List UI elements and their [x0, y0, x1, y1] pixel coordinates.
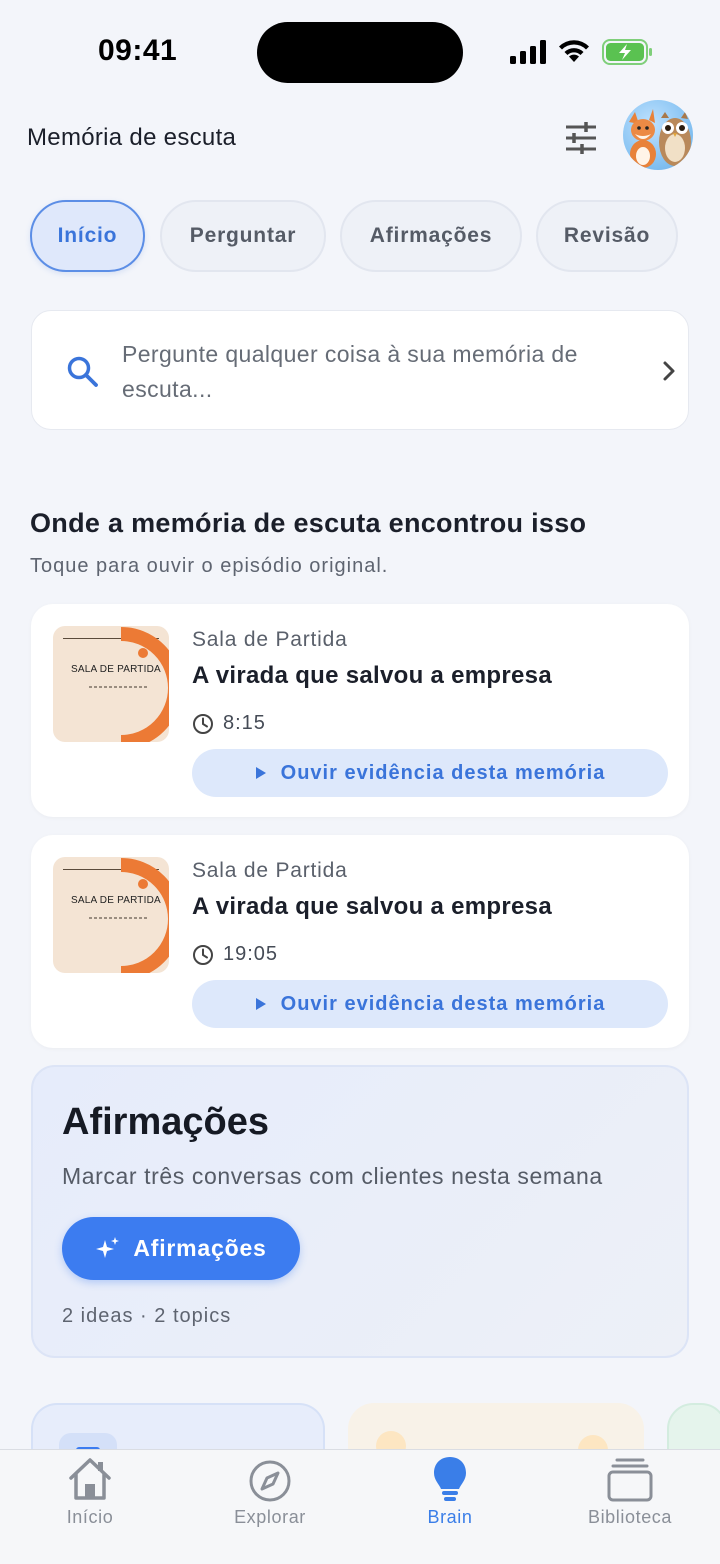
chevron-right-icon	[663, 361, 675, 381]
tabbar-label: Brain	[427, 1507, 473, 1527]
episode-title: A virada que salvou a empresa	[192, 662, 552, 689]
episode-card[interactable]: SALA DE PARTIDA Sala de Partida A virada…	[31, 604, 689, 817]
affirmations-button[interactable]: Afirmações	[62, 1217, 300, 1280]
avatar[interactable]	[623, 100, 693, 170]
tabbar-inicio[interactable]: Início	[0, 1450, 180, 1564]
affirmations-card: Afirmações Marcar três conversas com cli…	[31, 1065, 689, 1358]
play-evidence-button[interactable]: Ouvir evidência desta memória	[192, 749, 668, 797]
clock-icon	[193, 714, 213, 734]
tab-inicio[interactable]: Início	[30, 200, 145, 272]
play-evidence-button[interactable]: Ouvir evidência desta memória	[192, 980, 668, 1028]
play-icon	[255, 767, 266, 779]
compass-icon	[249, 1460, 291, 1502]
episode-thumbnail: SALA DE PARTIDA	[53, 626, 169, 742]
home-icon	[69, 1458, 111, 1500]
clock-icon	[193, 945, 213, 965]
play-evidence-label: Ouvir evidência desta memória	[280, 992, 606, 1015]
status-time: 09:41	[98, 34, 178, 67]
episode-show: Sala de Partida	[192, 628, 348, 651]
episode-timestamp: 19:05	[223, 943, 279, 965]
play-icon	[255, 998, 266, 1010]
episode-title: A virada que salvou a empresa	[192, 893, 552, 920]
tab-perguntar[interactable]: Perguntar	[160, 200, 326, 272]
tabbar-label: Biblioteca	[587, 1507, 673, 1527]
wifi-icon	[559, 40, 589, 62]
affirmations-meta: 2 ideas · 2 topics	[62, 1305, 232, 1327]
battery-charging-icon	[602, 39, 652, 65]
episode-card[interactable]: SALA DE PARTIDA Sala de Partida A virada…	[31, 835, 689, 1048]
bottom-tab-bar: Início Explorar Brain Biblioteca	[0, 1449, 720, 1564]
segment-tabs: Início Perguntar Afirmações Revisão	[30, 200, 710, 272]
sliders-icon	[566, 122, 596, 154]
lightbulb-icon	[434, 1457, 466, 1501]
tabbar-label: Explorar	[234, 1507, 306, 1527]
tabbar-explorar[interactable]: Explorar	[180, 1450, 360, 1564]
search-card[interactable]: Pergunte qualquer coisa à sua memória de…	[31, 310, 689, 430]
tabbar-label: Início	[66, 1507, 114, 1527]
library-icon	[607, 1458, 653, 1502]
status-bar: 09:41	[0, 0, 720, 100]
tab-revisao[interactable]: Revisão	[536, 200, 678, 272]
thumbnail-title: SALA DE PARTIDA	[71, 664, 161, 675]
affirmation-text: Marcar três conversas com clientes nesta…	[62, 1163, 603, 1189]
affirmations-title: Afirmações	[62, 1101, 269, 1143]
page-title: Memória de escuta	[27, 124, 237, 151]
search-icon	[67, 356, 98, 387]
app-header: Memória de escuta	[0, 100, 720, 180]
play-evidence-label: Ouvir evidência desta memória	[280, 761, 606, 784]
episode-thumbnail: SALA DE PARTIDA	[53, 857, 169, 973]
search-placeholder: Pergunte qualquer coisa à sua memória de…	[122, 341, 578, 402]
affirmations-button-label: Afirmações	[133, 1235, 267, 1261]
fox-and-owl-avatar	[629, 109, 691, 168]
filter-button[interactable]	[560, 118, 602, 158]
sparkles-icon	[96, 1236, 120, 1258]
tabbar-biblioteca[interactable]: Biblioteca	[540, 1450, 720, 1564]
section-subtitle: Toque para ouvir o episódio original.	[30, 555, 389, 577]
tab-afirmacoes[interactable]: Afirmações	[340, 200, 522, 272]
dynamic-island	[257, 22, 463, 83]
thumbnail-title: SALA DE PARTIDA	[71, 895, 161, 906]
section-title: Onde a memória de escuta encontrou isso	[30, 508, 587, 538]
episode-timestamp: 8:15	[223, 712, 266, 734]
tabbar-brain[interactable]: Brain	[360, 1450, 540, 1564]
episode-show: Sala de Partida	[192, 859, 348, 882]
cellular-signal-icon	[510, 40, 546, 64]
